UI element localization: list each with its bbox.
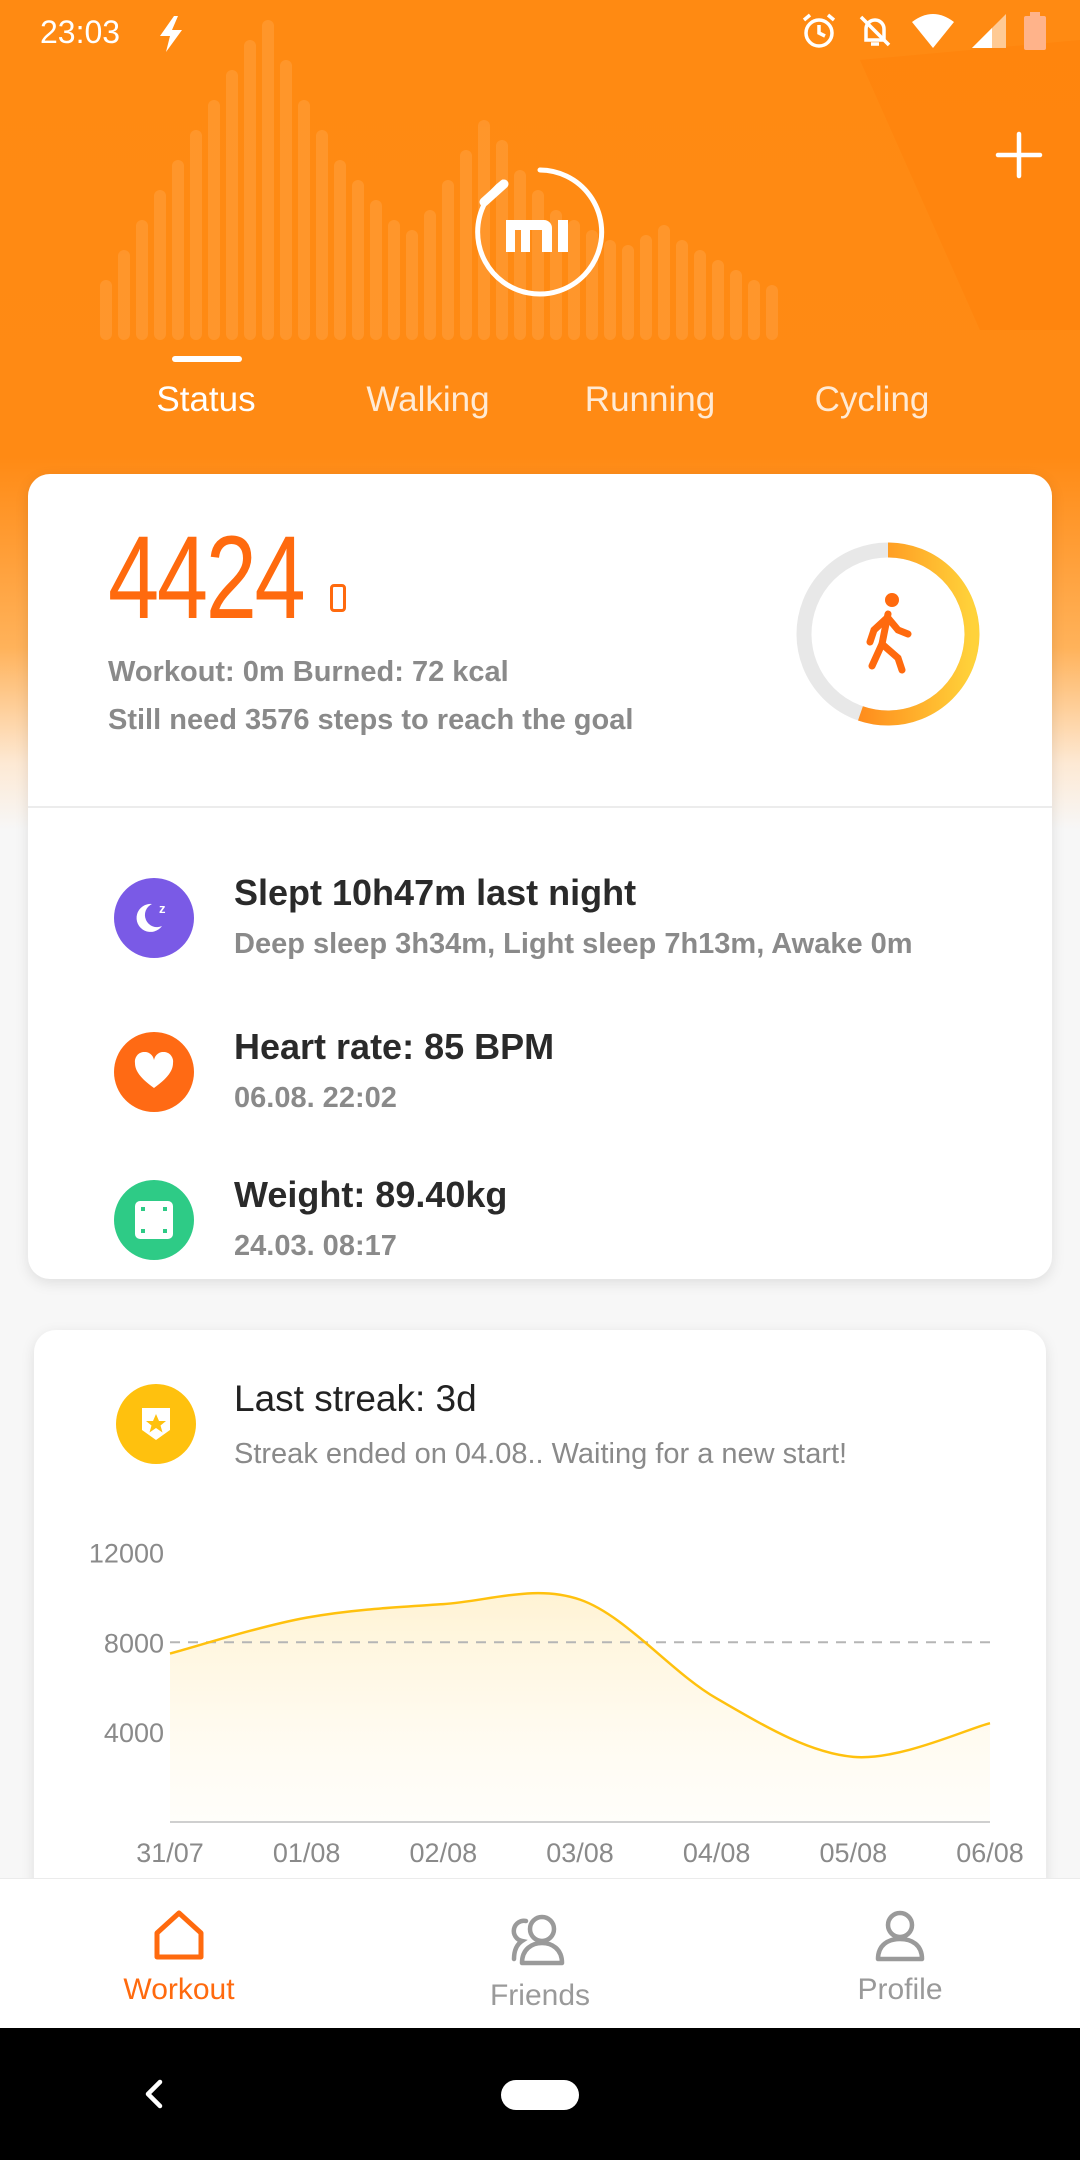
- steps-chart: 31/07 01/08 02/08 03/08 04/08 05/08 06/08 12000…: [89, 1538, 1024, 1868]
- cell-signal-icon: [972, 14, 1006, 48]
- x-tick-label: 03/08: [546, 1838, 614, 1868]
- decorative-bar: [730, 270, 742, 340]
- decorative-bar: [766, 285, 778, 340]
- y-tick-label: 4000: [104, 1718, 164, 1748]
- decorative-bar: [100, 280, 112, 340]
- activity-card[interactable]: 4424 Workout: 0m Burned: 72 kcal Still n…: [28, 474, 1052, 1279]
- activity-tabs: Status Walking Running Cycling: [0, 350, 1080, 430]
- tab-status[interactable]: Status: [156, 380, 255, 420]
- goal-remaining: Still need 3576 steps to reach the goal: [108, 704, 634, 736]
- workout-summary: Workout: 0m Burned: 72 kcal: [108, 656, 509, 688]
- card-divider: [28, 806, 1052, 808]
- friends-icon: [511, 1914, 565, 1966]
- svg-text:z: z: [159, 901, 166, 916]
- alarm-icon: [802, 13, 836, 48]
- step-count: 4424: [108, 512, 306, 644]
- charging-bolt-icon: [160, 16, 182, 52]
- heart-rate-time: 06.08. 22:02: [234, 1082, 397, 1114]
- weight-title: Weight: 89.40kg: [234, 1174, 508, 1215]
- decorative-bar: [226, 70, 238, 340]
- decorative-bar: [352, 180, 364, 340]
- decorative-bar: [208, 100, 220, 340]
- add-icon[interactable]: [994, 130, 1044, 180]
- sleep-icon-circle: z: [114, 878, 194, 958]
- nav-workout-label: Workout: [123, 1973, 235, 2006]
- decorative-bar: [298, 100, 310, 340]
- goal-progress-ring: [796, 542, 980, 726]
- sleep-details: Deep sleep 3h34m, Light sleep 7h13m, Awa…: [234, 928, 913, 960]
- decorative-bar: [334, 160, 346, 340]
- decorative-bar: [424, 210, 436, 340]
- tab-indicator: [172, 356, 242, 362]
- scale-icon: [135, 1201, 173, 1239]
- back-icon[interactable]: [140, 2076, 170, 2112]
- y-tick-label: 12000: [89, 1538, 164, 1568]
- nav-workout[interactable]: Workout: [79, 1879, 279, 2029]
- battery-icon: [1024, 12, 1046, 50]
- sleep-row[interactable]: z Slept 10h47m last night Deep sleep 3h3…: [114, 872, 1014, 972]
- x-tick-label: 05/08: [820, 1838, 888, 1868]
- decorative-bar: [712, 260, 724, 340]
- status-time: 23:03: [40, 14, 121, 50]
- status-bar: 23:03: [0, 0, 1080, 70]
- moon-icon: z: [136, 901, 166, 932]
- decorative-bar: [172, 160, 184, 340]
- y-tick-label: 8000: [104, 1628, 164, 1658]
- x-tick-label: 02/08: [410, 1838, 478, 1868]
- profile-icon: [875, 1910, 925, 1962]
- decorative-bar: [694, 250, 706, 340]
- decorative-bar: [406, 230, 418, 340]
- heart-icon-circle: [114, 1032, 194, 1112]
- chart-area: [170, 1593, 990, 1822]
- home-icon: [154, 1910, 204, 1960]
- sleep-title: Slept 10h47m last night: [234, 872, 637, 913]
- decorative-bar: [154, 190, 166, 340]
- x-tick-label: 06/08: [956, 1838, 1024, 1868]
- decorative-bar: [676, 240, 688, 340]
- tab-cycling[interactable]: Cycling: [815, 380, 930, 420]
- weight-time: 24.03. 08:17: [234, 1230, 397, 1262]
- nav-friends-label: Friends: [489, 1979, 591, 2012]
- nav-friends[interactable]: Friends: [440, 1879, 640, 2029]
- decorative-bar: [658, 225, 670, 340]
- wifi-icon: [912, 14, 954, 48]
- nav-profile-label: Profile: [857, 1973, 943, 2006]
- mi-band-logo: [475, 167, 605, 297]
- home-pill-button[interactable]: [501, 2080, 579, 2110]
- decorative-bar: [442, 180, 454, 340]
- heart-icon: [134, 1052, 174, 1088]
- heart-rate-title: Heart rate: 85 BPM: [234, 1026, 555, 1067]
- status-icons: [800, 12, 1046, 50]
- heart-rate-row[interactable]: Heart rate: 85 BPM 06.08. 22:02: [114, 1026, 1014, 1126]
- x-tick-label: 31/07: [136, 1838, 204, 1868]
- weight-icon-circle: [114, 1180, 194, 1260]
- decorative-bar: [316, 130, 328, 340]
- decorative-bar: [748, 280, 760, 340]
- system-navigation-bar: [0, 2028, 1080, 2160]
- nav-profile[interactable]: Profile: [800, 1879, 1000, 2029]
- steps-unit-icon: [330, 584, 346, 612]
- x-tick-label: 01/08: [273, 1838, 341, 1868]
- tab-running[interactable]: Running: [585, 380, 715, 420]
- walking-person-icon: [866, 593, 912, 674]
- tab-walking[interactable]: Walking: [366, 380, 489, 420]
- notifications-off-icon: [859, 15, 891, 47]
- decorative-bar: [244, 40, 256, 340]
- bottom-navigation: Workout Friends Profile: [0, 1878, 1080, 2029]
- decorative-bar: [118, 250, 130, 340]
- weight-row[interactable]: Weight: 89.40kg 24.03. 08:17: [114, 1174, 1014, 1274]
- decorative-bar: [622, 245, 634, 340]
- decorative-bar: [370, 200, 382, 340]
- decorative-bar: [190, 130, 202, 340]
- decorative-bar: [640, 235, 652, 340]
- x-tick-label: 04/08: [683, 1838, 751, 1868]
- decorative-bar: [136, 220, 148, 340]
- decorative-bar: [388, 220, 400, 340]
- decorative-bar: [280, 60, 292, 340]
